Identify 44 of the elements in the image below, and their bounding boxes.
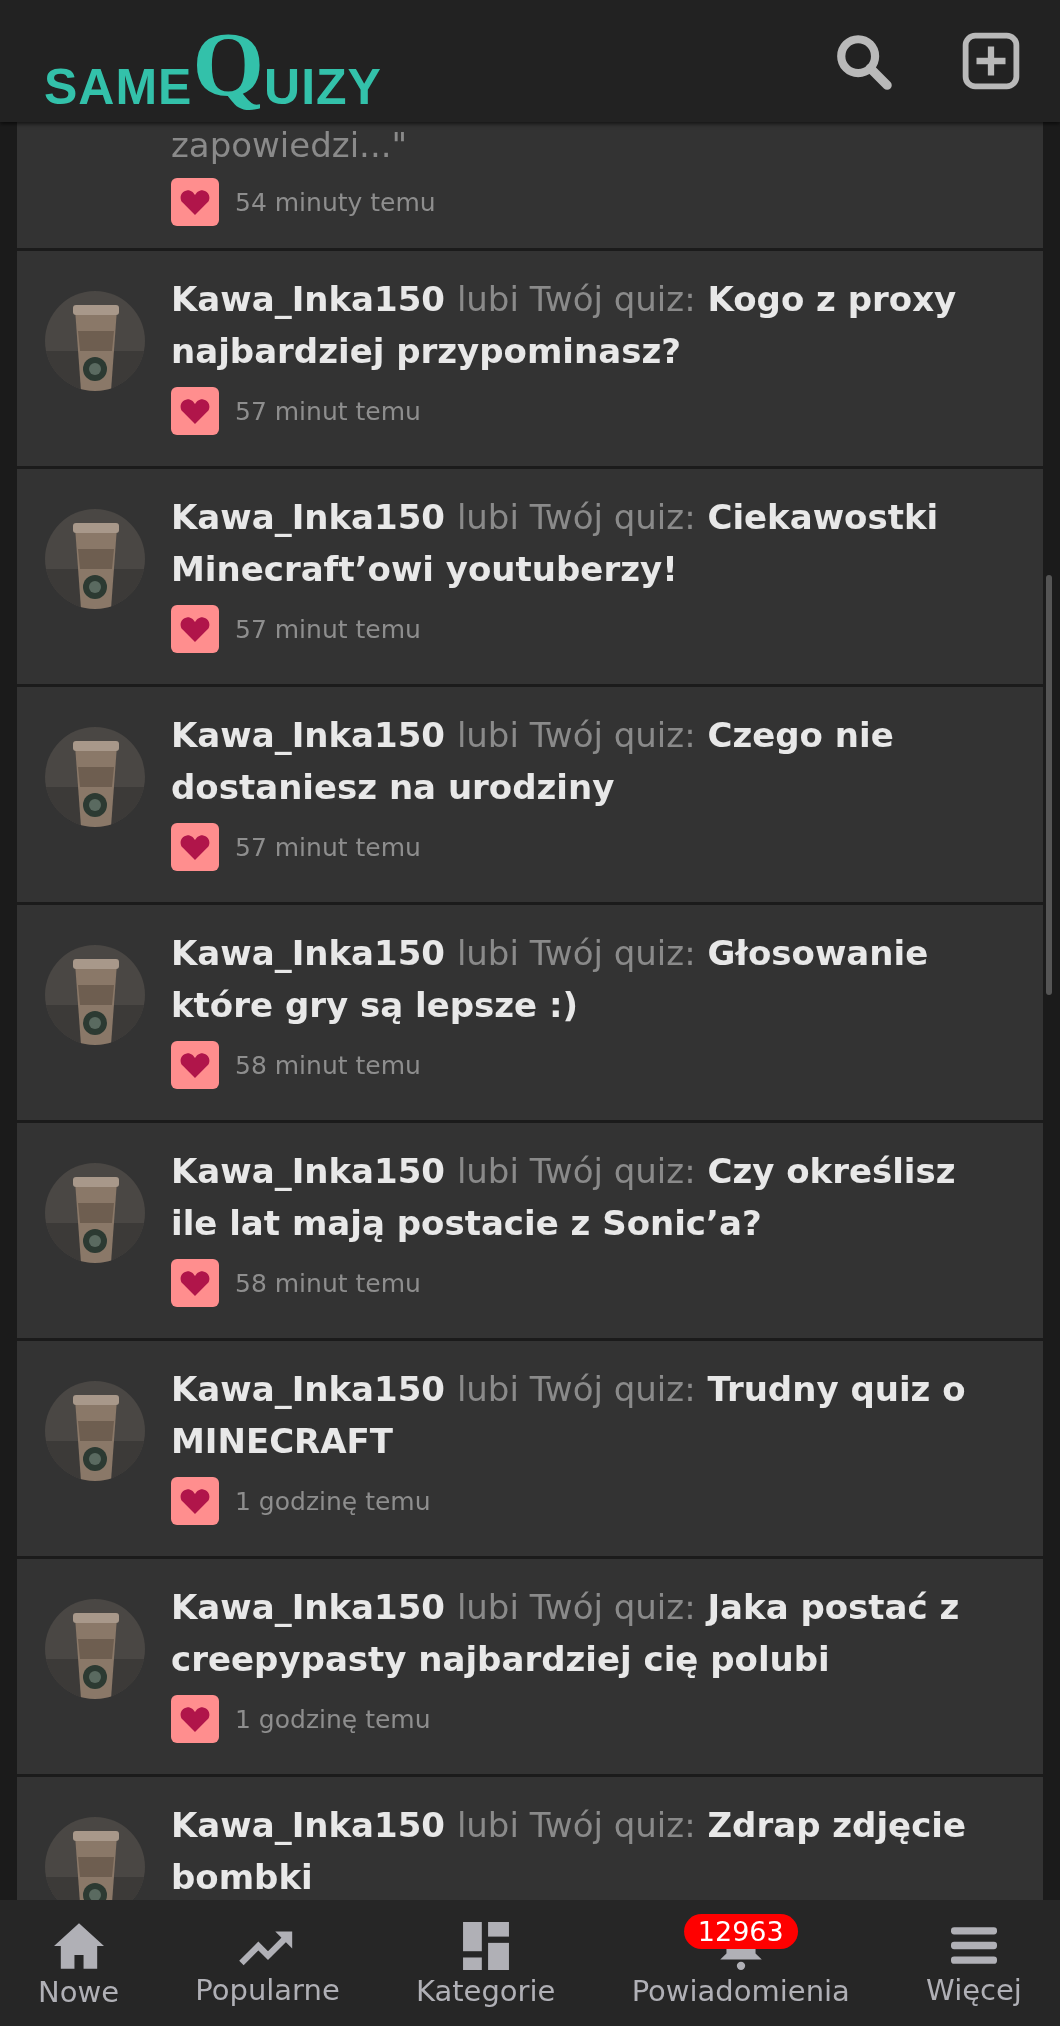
- notification-card[interactable]: Kawa_Inka150 lubi Twój quiz: Ciekawostki Minecraft’owi youtuberzy! 57 minut temu: [17, 469, 1043, 684]
- add-icon[interactable]: [962, 32, 1020, 90]
- time-label: 1 godzinę temu: [235, 1704, 431, 1734]
- search-icon[interactable]: [834, 32, 892, 90]
- nav-tab[interactable]: Więcej: [920, 1915, 1028, 2011]
- nav-tab[interactable]: Popularne: [189, 1915, 346, 2011]
- time-label: 1 godzinę temu: [235, 1486, 431, 1516]
- notification-card[interactable]: Kawa_Inka150 lubi Twój quiz: Kogo z proxy najbardziej przypominasz? 57 minut temu: [17, 251, 1043, 466]
- time-label: 58 minut temu: [235, 1268, 421, 1298]
- notification-card[interactable]: Kawa_Inka150 lubi Twój quiz: Jaka postać z creepypasty najbardziej cię polubi 1 godzinę temu: [17, 1559, 1043, 1774]
- notification-card[interactable]: Kawa_Inka150 lubi Twój quiz: Głosowanie które gry są lepsze :) 58 minut temu: [17, 905, 1043, 1120]
- scrollbar[interactable]: [1046, 575, 1052, 995]
- time-label: 57 minut temu: [235, 832, 421, 862]
- time-label: 57 minut temu: [235, 614, 421, 644]
- notification-card[interactable]: Kawa_Inka150 lubi Twój quiz: Trudny quiz o MINECRAFT 1 godzinę temu: [17, 1341, 1043, 1556]
- notification-card[interactable]: zapowiedzi..." 54 minuty temu: [17, 122, 1043, 248]
- notification-text: Kawa_Inka150 lubi Twój quiz: Czego nie dostaniesz na urodziny: [171, 714, 895, 809]
- notification-card[interactable]: Kawa_Inka150 lubi Twój quiz: Czy określisz ile lat mają postacie z Sonic’a? 58 minut temu: [17, 1123, 1043, 1338]
- heart-icon: [180, 616, 210, 642]
- comment-text: zapowiedzi...": [171, 124, 409, 167]
- nav-tab[interactable]: Kategorie: [409, 1914, 562, 2012]
- time-label: 54 minuty temu: [235, 187, 436, 217]
- heart-icon: [180, 1706, 210, 1732]
- notification-text: Kawa_Inka150 lubi Twój quiz: Trudny quiz o MINECRAFT: [171, 1368, 967, 1463]
- notification-text: Kawa_Inka150 lubi Twój quiz: Jaka postać z creepypasty najbardziej cię polubi: [171, 1586, 961, 1681]
- notification-card[interactable]: Kawa_Inka150 lubi Twój quiz: Czego nie dostaniesz na urodziny 57 minut temu: [17, 687, 1043, 902]
- time-label: 57 minut temu: [235, 396, 421, 426]
- notification-card[interactable]: Kawa_Inka150 lubi Twój quiz: Zdrap zdjęcie bombki: [17, 1777, 1043, 1900]
- heart-icon: [180, 189, 210, 215]
- notification-count: 12963: [683, 1914, 798, 1949]
- nav-tab[interactable]: Nowe: [32, 1913, 126, 2013]
- nav-tab[interactable]: Powiadomienia 12963: [625, 1914, 856, 2012]
- notification-text: Kawa_Inka150 lubi Twój quiz: Zdrap zdjęcie bombki: [171, 1804, 968, 1899]
- heart-icon: [180, 834, 210, 860]
- heart-icon: [180, 1270, 210, 1296]
- dashboard-icon: [462, 1922, 509, 1970]
- notification-text: Kawa_Inka150 lubi Twój quiz: Głosowanie które gry są lepsze :): [171, 932, 930, 1027]
- heart-icon: [180, 1052, 210, 1078]
- time-label: 58 minut temu: [235, 1050, 421, 1080]
- notification-text: Kawa_Inka150 lubi Twój quiz: Kogo z proxy najbardziej przypominasz?: [171, 278, 958, 373]
- notification-text: Kawa_Inka150 lubi Twój quiz: Czy określisz ile lat mają postacie z Sonic’a?: [171, 1150, 957, 1245]
- heart-icon: [180, 398, 210, 424]
- heart-icon: [180, 1488, 210, 1514]
- notification-text: Kawa_Inka150 lubi Twój quiz: Ciekawostki Minecraft’owi youtuberzy!: [171, 496, 940, 591]
